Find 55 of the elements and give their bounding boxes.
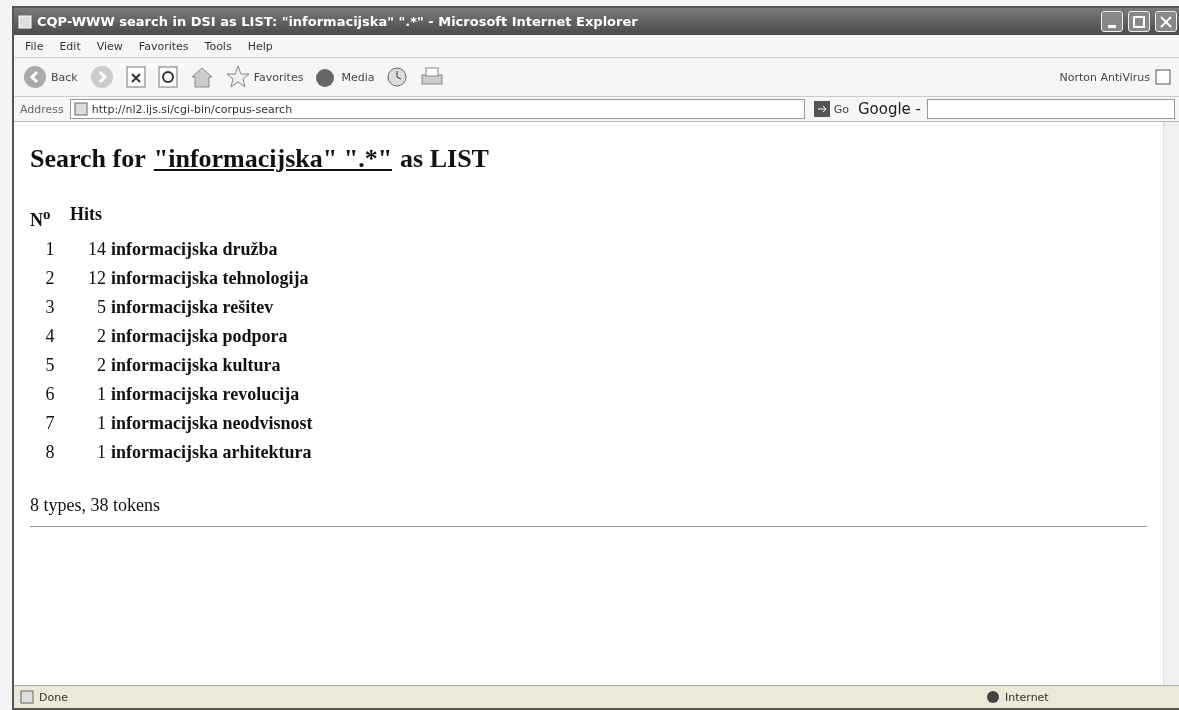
row-number: 8 bbox=[44, 441, 56, 464]
menu-item[interactable]: Favorites bbox=[131, 37, 196, 55]
hit-count: 1 bbox=[96, 412, 106, 435]
term-text: informacijska tehnologija bbox=[110, 267, 310, 290]
row-number: 6 bbox=[44, 383, 56, 406]
favorites-button[interactable]: Favorites bbox=[222, 63, 307, 91]
back-button[interactable]: Back bbox=[20, 63, 81, 91]
row-number: 5 bbox=[44, 354, 56, 377]
window-title: CQP-WWW search in DSI as LIST: "informacijska" ".*" - Microsoft Internet Explorer bbox=[37, 14, 639, 29]
summary-text: 8 types, 38 tokens bbox=[30, 495, 161, 516]
menu-item[interactable]: Tools bbox=[197, 37, 239, 55]
term-text: informacijska rešitev bbox=[110, 296, 275, 319]
media-button[interactable]: Media bbox=[312, 64, 378, 90]
hit-count: 2 bbox=[96, 354, 106, 377]
hit-count: 14 bbox=[87, 238, 106, 261]
menu-item[interactable]: Help bbox=[240, 37, 280, 55]
menu-item[interactable]: View bbox=[89, 37, 130, 55]
row-number: 7 bbox=[44, 412, 56, 435]
menu-item[interactable]: Edit bbox=[52, 37, 88, 55]
close-icon bbox=[1160, 15, 1172, 28]
hit-count: 2 bbox=[96, 325, 106, 348]
term-text: informacijska neodvisnost bbox=[110, 412, 314, 435]
hit-count: 1 bbox=[96, 383, 106, 406]
google-search-field[interactable] bbox=[927, 99, 1175, 119]
term-text: informacijska arhitektura bbox=[110, 441, 313, 464]
row-number: 2 bbox=[44, 267, 56, 290]
hit-count: 12 bbox=[87, 267, 106, 290]
row-number: 4 bbox=[44, 325, 56, 348]
address-label: Address bbox=[20, 102, 64, 116]
go-button[interactable]: Go bbox=[810, 99, 852, 119]
maximize-icon bbox=[1133, 15, 1145, 28]
row-number: 1 bbox=[44, 238, 56, 261]
hit-count: 5 bbox=[96, 296, 106, 319]
star-icon bbox=[225, 65, 250, 89]
address-field[interactable]: http://nl2.ijs.si/cgi-bin/corpus-search bbox=[69, 99, 805, 119]
zone-text: Internet bbox=[1005, 690, 1050, 704]
minimize-button[interactable] bbox=[1101, 11, 1123, 32]
column-header: N$^{o}$ bbox=[30, 205, 52, 232]
norton-antivirus-button[interactable]: Norton AntiVirus bbox=[1056, 66, 1175, 88]
status-text: Done bbox=[39, 690, 69, 704]
minimize-icon bbox=[1108, 25, 1116, 28]
heading-text: as LIST bbox=[400, 144, 489, 174]
heading-text: Search for bbox=[30, 144, 146, 174]
query-link[interactable]: "informacijska" ".*" bbox=[153, 144, 393, 174]
term-text: informacijska kultura bbox=[110, 354, 282, 377]
maximize-button[interactable] bbox=[1128, 11, 1150, 32]
column-header: Hits bbox=[70, 203, 103, 226]
term-text: informacijska revolucija bbox=[110, 383, 301, 406]
term-text: informacijska družba bbox=[110, 238, 279, 261]
term-text: informacijska podpora bbox=[110, 325, 289, 348]
hit-count: 1 bbox=[96, 441, 106, 464]
close-button[interactable] bbox=[1155, 11, 1177, 32]
google-label: Google - bbox=[857, 100, 921, 118]
row-number: 3 bbox=[44, 296, 56, 319]
menu-item[interactable]: File bbox=[18, 37, 51, 55]
